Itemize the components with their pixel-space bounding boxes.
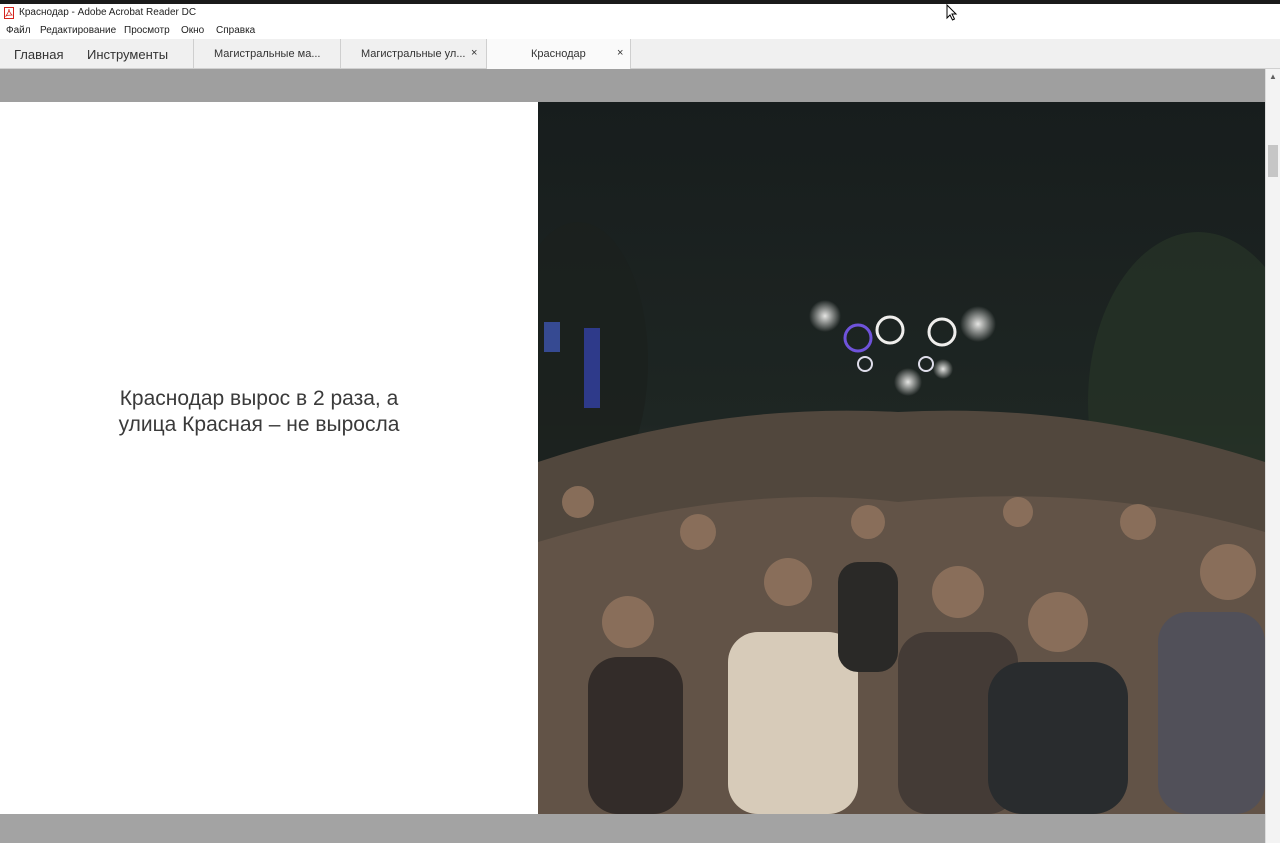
document-tab-active[interactable]: Краснодар × — [486, 39, 631, 69]
close-icon[interactable]: × — [471, 47, 477, 59]
document-tab[interactable]: Магистральные ул... × — [340, 39, 486, 69]
headline-line-2: улица Красная – не выросла — [118, 413, 400, 436]
menu-window[interactable]: Окно — [181, 25, 204, 36]
viewer-bottom-area — [0, 814, 1265, 843]
menu-help[interactable]: Справка — [216, 25, 255, 36]
vertical-scrollbar[interactable]: ▲ — [1265, 69, 1280, 843]
slide-text-panel: Краснодар вырос в 2 раза, а улица Красна… — [0, 102, 538, 814]
crowd-photo — [538, 102, 1265, 814]
menu-file[interactable]: Файл — [6, 25, 31, 36]
document-tab[interactable]: Магистральные ма... — [193, 39, 340, 69]
menu-view[interactable]: Просмотр — [124, 25, 170, 36]
tab-bar: Главная Инструменты Магистральные ма... … — [0, 39, 1280, 69]
title-bar: Краснодар - Adobe Acrobat Reader DC — [0, 4, 1280, 22]
menu-bar: Файл Редактирование Просмотр Окно Справк… — [0, 22, 1280, 39]
document-tab-label: Краснодар — [531, 48, 586, 60]
pdf-page: Краснодар вырос в 2 раза, а улица Красна… — [0, 102, 1265, 814]
slide-headline: Краснодар вырос в 2 раза, а улица Красна… — [0, 386, 518, 438]
close-icon[interactable]: × — [617, 47, 623, 59]
pdf-icon — [4, 7, 14, 19]
window-title: Краснодар - Adobe Acrobat Reader DC — [19, 7, 197, 18]
viewer-toolbar-strip — [0, 69, 1265, 102]
document-tab-label: Магистральные ул... — [361, 48, 466, 60]
tab-tools[interactable]: Инструменты — [87, 47, 168, 62]
scrollbar-thumb[interactable] — [1268, 145, 1278, 177]
scroll-up-icon[interactable]: ▲ — [1269, 72, 1277, 81]
document-tab-label: Магистральные ма... — [214, 48, 321, 60]
tab-home[interactable]: Главная — [14, 47, 63, 62]
mouse-cursor-icon — [946, 4, 958, 21]
menu-edit[interactable]: Редактирование — [40, 25, 116, 36]
headline-line-1: Краснодар вырос в 2 раза, а — [119, 387, 399, 410]
